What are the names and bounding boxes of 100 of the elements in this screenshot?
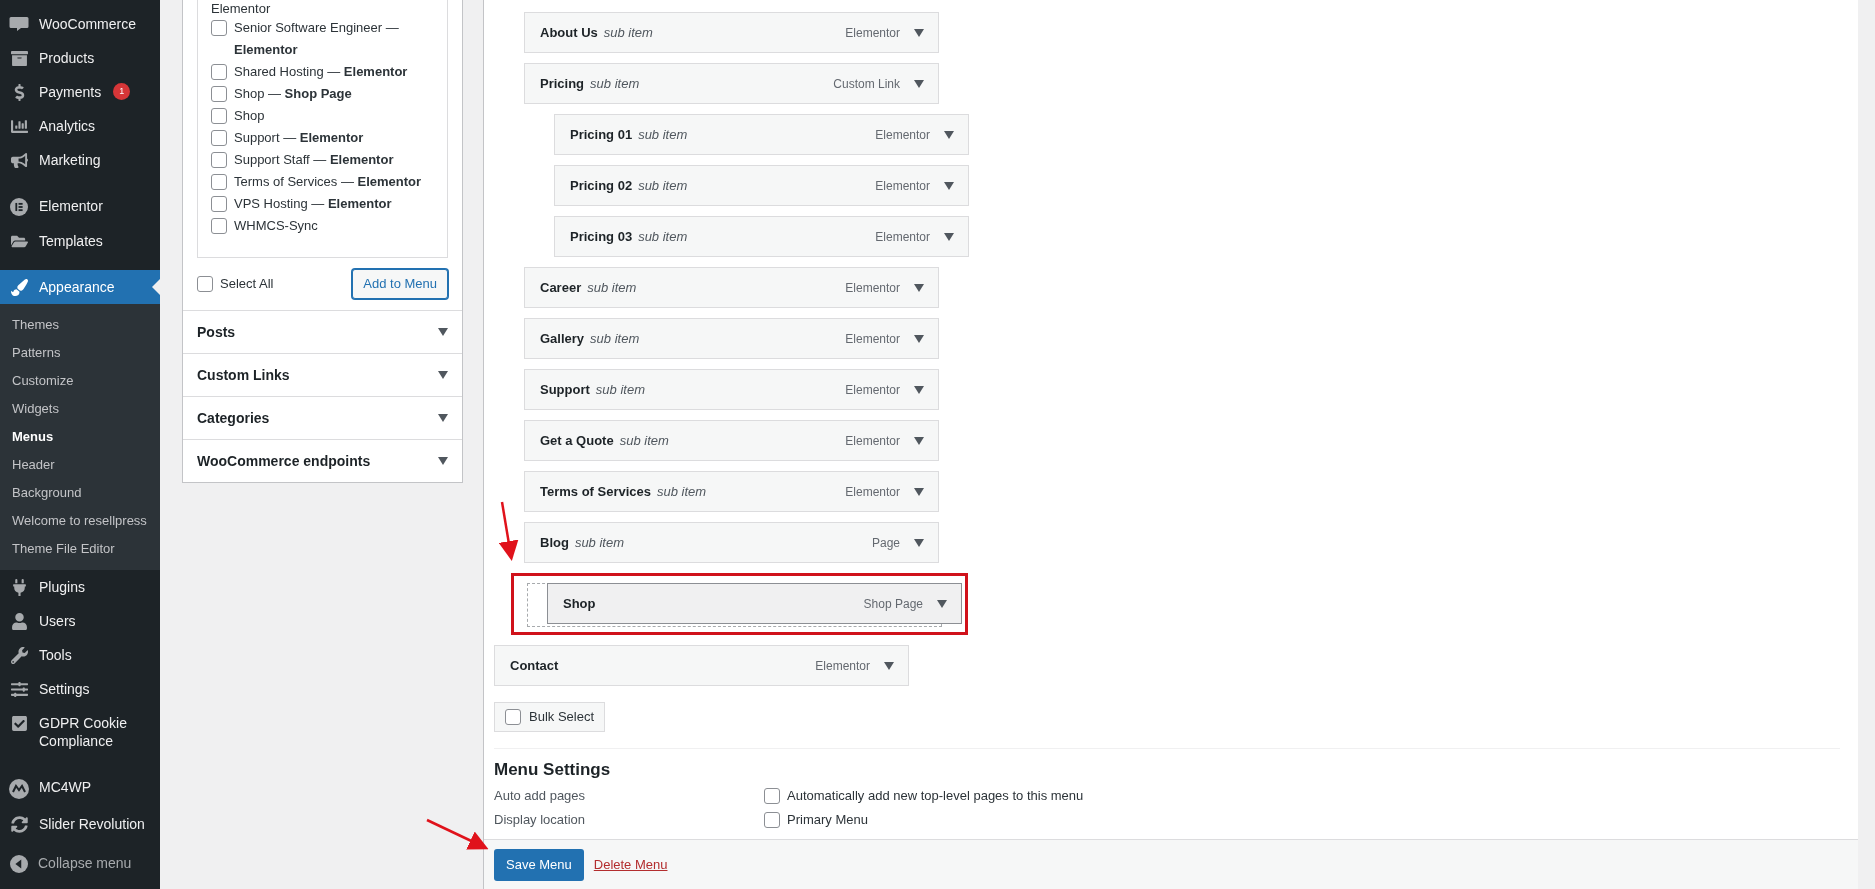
menu-item-bar[interactable]: Blog sub item Page: [524, 522, 939, 563]
caret-icon: [944, 130, 954, 139]
caret-icon: [914, 538, 924, 547]
submenu-item[interactable]: Menus: [0, 423, 160, 451]
setting-label: Auto add pages: [494, 786, 587, 805]
paintbrush-icon: [10, 279, 28, 296]
setting-option-label: Automatically add new top-level pages to this menu: [787, 786, 1084, 805]
menu-item-title: Pricing: [540, 74, 585, 93]
arrow-annotation: [498, 501, 519, 561]
sidebar-item[interactable]: Elementor: [0, 189, 160, 224]
submenu-item[interactable]: Header: [0, 451, 160, 479]
menu-item-type: Elementor: [875, 177, 930, 195]
menu-item-subtitle: sub item: [603, 23, 653, 42]
menu-item-subtitle: sub item: [587, 278, 637, 297]
submenu-item[interactable]: Patterns: [0, 339, 160, 367]
sidebar-item[interactable]: Plugins: [0, 570, 160, 604]
sidebar-item[interactable]: MC4WP: [0, 770, 160, 807]
accordion-section[interactable]: Categories: [183, 396, 462, 439]
checkbox[interactable]: [211, 108, 227, 124]
sidebar-item[interactable]: Users: [0, 604, 160, 638]
sidebar-item[interactable]: Products: [0, 41, 160, 75]
archive-icon: [10, 50, 28, 67]
page-option-label: Shop: [234, 107, 265, 125]
sidebar-item[interactable]: Settings: [0, 672, 160, 706]
user-icon: [10, 613, 28, 630]
submenu-item[interactable]: Customize: [0, 367, 160, 395]
menu-item-title: About Us: [540, 23, 598, 42]
mailchimp-logo-icon: [9, 779, 29, 799]
sidebar-item-label: Products: [39, 49, 95, 67]
menu-item-bar[interactable]: Support sub item Elementor: [524, 369, 939, 410]
submenu-item[interactable]: Welcome to resellpress: [0, 507, 160, 535]
checkbox[interactable]: [764, 787, 780, 804]
accordion-section[interactable]: Posts: [183, 310, 462, 353]
menu-item-bar[interactable]: Pricing sub item Custom Link: [524, 63, 939, 104]
sidebar-item-label: MC4WP: [39, 778, 92, 796]
page-option-label: Shared Hosting — Elementor: [234, 63, 408, 81]
bulk-select-button[interactable]: Bulk Select: [494, 702, 606, 732]
bar-chart-icon: [10, 118, 28, 135]
menu-item-title: Pricing 01: [570, 125, 633, 144]
sidebar-item[interactable]: GDPR Cookie Compliance: [0, 706, 160, 758]
menu-item-type: Elementor: [875, 228, 930, 246]
sidebar-item[interactable]: Analytics: [0, 109, 160, 143]
sidebar-item[interactable]: Marketing: [0, 143, 160, 177]
checkbox[interactable]: [211, 218, 227, 234]
submenu-item[interactable]: Themes: [0, 311, 160, 339]
sidebar-item[interactable]: Payments 1: [0, 75, 160, 109]
add-to-menu-button[interactable]: Add to Menu: [352, 269, 448, 299]
checkbox[interactable]: [764, 811, 780, 828]
checkbox[interactable]: [211, 86, 227, 102]
submenu-item[interactable]: Background: [0, 479, 160, 507]
sidebar-item-label: Tools: [39, 646, 72, 664]
menu-item-bar[interactable]: Pricing 02 sub item Elementor: [554, 165, 969, 206]
delete-menu-link[interactable]: Delete Menu: [593, 854, 668, 875]
checkbox[interactable]: [211, 64, 227, 80]
sidebar-item-label: Templates: [39, 232, 103, 250]
sidebar-item-label: GDPR Cookie Compliance: [39, 714, 128, 750]
checkbox[interactable]: [211, 174, 227, 190]
sidebar-item-label: Settings: [39, 680, 90, 698]
menu-item-bar[interactable]: Shop Shop Page: [547, 583, 962, 624]
checkbox[interactable]: [211, 20, 227, 36]
submenu-item[interactable]: Widgets: [0, 395, 160, 423]
sidebar-item[interactable]: WooCommerce: [0, 7, 160, 41]
checkbox[interactable]: [211, 130, 227, 146]
checkbox[interactable]: [197, 276, 213, 292]
menu-item-type: Elementor: [845, 24, 900, 42]
caret-icon: [937, 599, 947, 608]
menu-item-bar[interactable]: Get a Quote sub item Elementor: [524, 420, 939, 461]
menu-item-bar[interactable]: Gallery sub item Elementor: [524, 318, 939, 359]
caret-icon: [914, 385, 924, 394]
sidebar-item[interactable]: Tools: [0, 638, 160, 672]
menu-item-bar[interactable]: Terms of Services sub item Elementor: [524, 471, 939, 512]
menu-item-title: Get a Quote: [540, 431, 614, 450]
menu-item-bar[interactable]: Pricing 03 sub item Elementor: [554, 216, 969, 257]
caret-icon: [944, 232, 954, 241]
accordion-section[interactable]: Custom Links: [183, 353, 462, 396]
checkbox[interactable]: [211, 152, 227, 168]
page-option-label: Elementor: [211, 1, 272, 17]
accordion-section[interactable]: WooCommerce endpoints: [183, 439, 462, 482]
sidebar-item[interactable]: Slider Revolution: [0, 807, 160, 841]
sidebar-item[interactable]: Appearance: [0, 270, 160, 304]
menu-item-type: Elementor: [815, 657, 870, 675]
menu-item-bar[interactable]: Pricing 01 sub item Elementor: [554, 114, 969, 155]
caret-icon: [914, 283, 924, 292]
page-option-label: Support Staff — Elementor: [234, 151, 394, 169]
menu-item-bar[interactable]: About Us sub item Elementor: [524, 12, 939, 53]
menu-item-bar[interactable]: Contact Elementor: [494, 645, 909, 686]
sidebar-item-label: Analytics: [39, 117, 96, 135]
checkbox-icon: [10, 715, 28, 732]
collapse-menu-button[interactable]: Collapse menu: [0, 845, 160, 882]
menu-item-subtitle: sub item: [638, 227, 688, 246]
save-menu-button[interactable]: Save Menu: [494, 848, 584, 881]
caret-icon: [438, 328, 448, 336]
menu-item-bar[interactable]: Career sub item Elementor: [524, 267, 939, 308]
menu-item-subtitle: sub item: [574, 533, 625, 552]
checkbox[interactable]: [211, 196, 227, 212]
submenu-item[interactable]: Theme File Editor: [0, 535, 160, 563]
refresh-icon: [10, 816, 28, 833]
checkbox[interactable]: [505, 709, 521, 725]
sidebar-item[interactable]: Templates: [0, 224, 160, 258]
menu-item-subtitle: sub item: [638, 125, 688, 144]
